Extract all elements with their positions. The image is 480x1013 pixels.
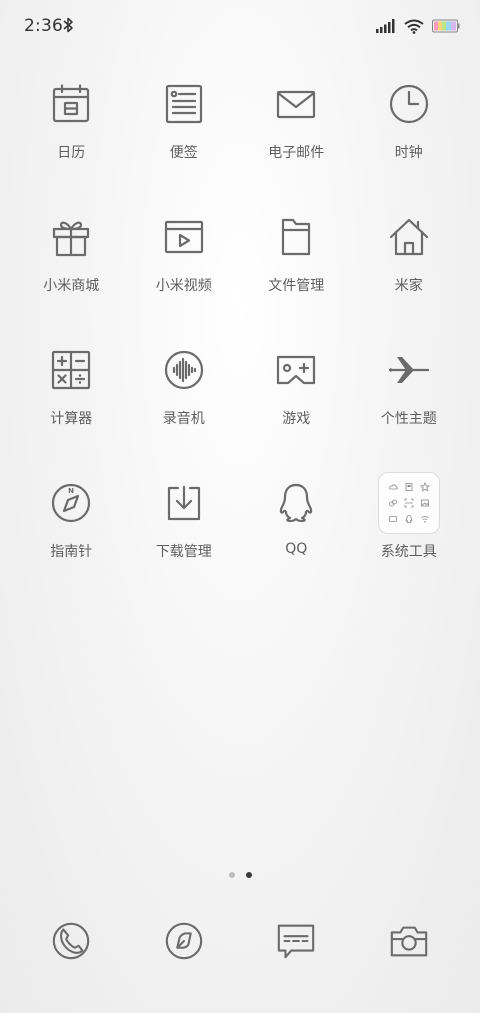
star-mini-icon [419, 481, 430, 492]
theme-icon [388, 357, 429, 383]
app-label: 游戏 [282, 411, 311, 427]
app-themes[interactable]: 个性主题 [353, 338, 466, 471]
camera-icon [390, 926, 427, 957]
calendar-icon [53, 84, 90, 123]
app-label: QQ [285, 541, 308, 557]
image-mini-icon [420, 499, 429, 507]
app-label: 电子邮件 [268, 145, 325, 161]
clock-icon [389, 84, 428, 124]
page-dot-1[interactable] [228, 872, 235, 878]
app-calendar[interactable]: 日历 [15, 72, 128, 205]
link-mini-icon [388, 499, 397, 507]
app-label: 日历 [57, 145, 86, 161]
status-right-icons [376, 16, 460, 36]
dock-browser[interactable] [128, 920, 241, 962]
app-grid: 日历 便签 电子邮件 时钟 小米商城 小米视频 文件管理 米家 计算器 录音机 … [15, 72, 465, 604]
note-mini-icon [405, 483, 413, 491]
app-label: 指南针 [50, 544, 93, 560]
bluetooth-icon [63, 17, 73, 33]
screen-mini-icon [388, 516, 397, 522]
app-label: 录音机 [162, 411, 205, 427]
cloud-mini-icon [389, 484, 398, 490]
svg-text:N: N [68, 487, 74, 495]
qq-mini-icon [405, 515, 413, 523]
app-email[interactable]: 电子邮件 [240, 72, 353, 205]
app-clock[interactable]: 时钟 [353, 72, 466, 205]
app-label: 个性主题 [380, 411, 437, 427]
phone-icon [53, 922, 90, 960]
app-qq[interactable]: QQ [240, 471, 353, 604]
page-indicator [0, 872, 480, 878]
status-time: 2:36 [24, 16, 63, 36]
app-label: 时钟 [394, 145, 423, 161]
gift-icon [53, 221, 90, 257]
folder-icon [282, 218, 311, 256]
app-recorder[interactable]: 录音机 [128, 338, 241, 471]
app-label: 米家 [394, 278, 423, 294]
app-label: 系统工具 [380, 544, 437, 560]
dock-messages[interactable] [240, 920, 353, 962]
app-mi-home[interactable]: 米家 [353, 205, 466, 338]
app-compass[interactable]: N 指南针 [15, 471, 128, 604]
video-icon [164, 220, 203, 254]
download-icon [167, 485, 200, 521]
app-mi-video[interactable]: 小米视频 [128, 205, 241, 338]
wifi-mini-icon [420, 516, 429, 523]
folder-group-icon [377, 472, 440, 534]
messages-icon [278, 924, 315, 959]
app-notes[interactable]: 便签 [128, 72, 241, 205]
app-mi-store[interactable]: 小米商城 [15, 205, 128, 338]
app-label: 小米视频 [155, 278, 212, 294]
browser-icon [165, 922, 202, 960]
app-label: 文件管理 [268, 278, 325, 294]
app-games[interactable]: 游戏 [240, 338, 353, 471]
dock-phone[interactable] [15, 920, 128, 962]
app-label: 下载管理 [155, 544, 212, 560]
dock [15, 920, 465, 962]
app-label: 便签 [169, 145, 198, 161]
recorder-icon [164, 350, 203, 390]
signal-icon [376, 19, 395, 33]
dock-camera[interactable] [353, 920, 466, 962]
compass-icon: N [52, 483, 91, 523]
app-file-manager[interactable]: 文件管理 [240, 205, 353, 338]
app-label: 计算器 [50, 411, 93, 427]
page-dot-2-active[interactable] [245, 872, 252, 878]
game-icon [277, 355, 316, 385]
app-label: 小米商城 [43, 278, 100, 294]
mail-icon [277, 90, 316, 119]
qq-icon [280, 483, 313, 523]
notes-icon [165, 84, 202, 124]
scan-mini-icon [404, 498, 414, 508]
battery-icon [432, 19, 460, 33]
home-icon [389, 218, 428, 256]
wifi-icon [404, 19, 424, 34]
status-bar: 2:36 [0, 0, 480, 52]
app-folder-system-tools[interactable]: 系统工具 [353, 471, 466, 604]
app-calculator[interactable]: 计算器 [15, 338, 128, 471]
calculator-icon [52, 350, 91, 390]
app-download-manager[interactable]: 下载管理 [128, 471, 241, 604]
